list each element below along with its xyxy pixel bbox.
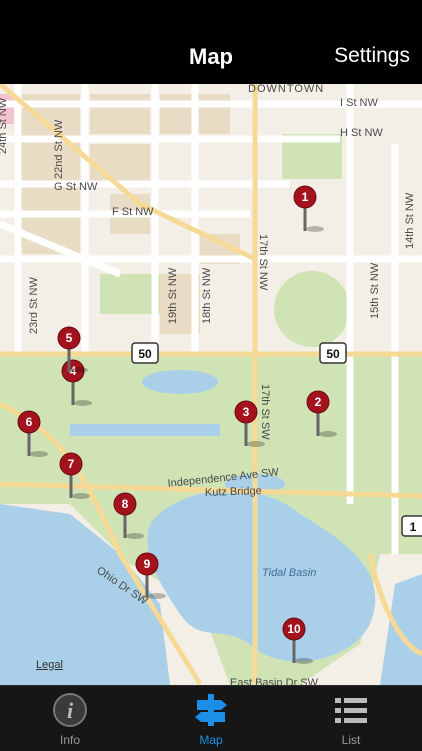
pin-shadow (247, 441, 265, 447)
pin-shadow (72, 493, 90, 499)
pin-shadow (319, 431, 337, 437)
route-50-shield-left: 50 (131, 342, 159, 364)
pin-shadow (74, 400, 92, 406)
label-g-st: G St NW (54, 181, 98, 193)
label-i-st: I St NW (340, 97, 379, 109)
label-17th-st: 17th St NW (257, 234, 269, 291)
route-1-shield: 1 (401, 515, 422, 537)
label-19th-st: 19th St NW (167, 267, 179, 324)
map-canvas: 50 50 1 DOWNTOWN I St NW H St NW G St NW… (0, 84, 422, 685)
signpost-icon (195, 694, 227, 726)
pin-shadow (126, 533, 144, 539)
label-downtown: DOWNTOWN (248, 84, 324, 95)
label-24th-st: 24th St NW (0, 97, 9, 154)
label-h-st: H St NW (340, 127, 383, 139)
map-view[interactable]: 50 50 1 DOWNTOWN I St NW H St NW G St NW… (0, 84, 422, 685)
list-icon (335, 698, 367, 723)
pin-number: 3 (243, 405, 250, 419)
label-17th-st-sw: 17th St SW (259, 384, 271, 440)
tab-map-label: Map (199, 733, 223, 747)
route-50-shield-right: 50 (319, 342, 347, 364)
tab-list-label: List (341, 733, 361, 747)
label-14th-st: 14th St NW (404, 192, 416, 249)
settings-button[interactable]: Settings (334, 44, 410, 68)
pin-shadow (30, 451, 48, 457)
pin-number: 1 (302, 190, 309, 204)
label-18th-st: 18th St NW (201, 267, 213, 324)
pin-number: 8 (122, 497, 129, 511)
tab-info[interactable]: i Info (20, 686, 120, 751)
label-east-basin-dr: East Basin Dr SW (230, 677, 319, 685)
pin-shadow (148, 593, 166, 599)
info-icon: i (53, 693, 87, 727)
label-f-st: F St NW (112, 206, 154, 218)
pin-number: 9 (144, 557, 151, 571)
pin-number: 5 (66, 331, 73, 345)
pin-shadow (306, 226, 324, 232)
pin-number: 10 (287, 622, 301, 636)
pin-number: 7 (68, 457, 75, 471)
label-23rd-st: 23rd St NW (28, 277, 40, 334)
svg-text:50: 50 (326, 347, 340, 361)
label-kutz-bridge: Kutz Bridge (205, 485, 262, 499)
svg-text:50: 50 (138, 347, 152, 361)
svg-text:i: i (67, 698, 74, 723)
label-tidal-basin: Tidal Basin (262, 567, 316, 579)
tab-bar: i Info Map List (0, 685, 422, 751)
pin-shadow (295, 658, 313, 664)
label-15th-st: 15th St NW (369, 262, 381, 319)
label-22nd-st: 22nd St NW (53, 119, 65, 179)
pin-number: 2 (315, 395, 322, 409)
pin-shadow (70, 367, 88, 373)
pin-number: 6 (26, 415, 33, 429)
tab-map[interactable]: Map (161, 686, 261, 751)
legal-link[interactable]: Legal (36, 659, 63, 671)
tab-list[interactable]: List (301, 686, 401, 751)
tab-info-label: Info (59, 733, 80, 747)
svg-text:1: 1 (410, 520, 417, 534)
navigation-bar: Map Settings (0, 0, 422, 84)
